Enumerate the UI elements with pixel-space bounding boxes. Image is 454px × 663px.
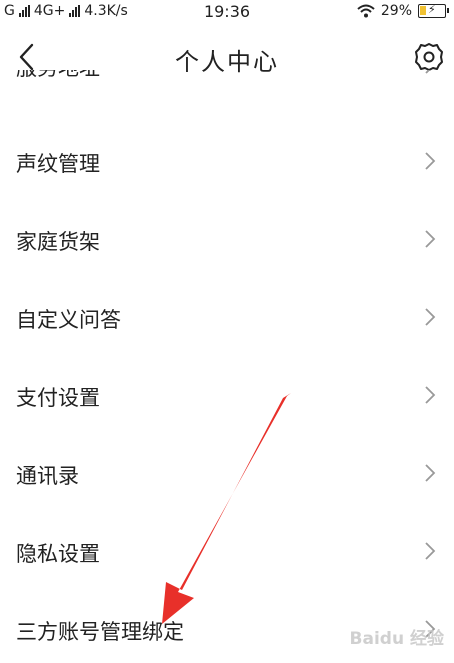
menu-item-family-shelf[interactable]: 家庭货架 — [0, 204, 454, 282]
chevron-right-icon — [425, 70, 431, 74]
menu-item-custom-qa[interactable]: 自定义问答 — [0, 282, 454, 360]
menu-item-contacts[interactable]: 通讯录 — [0, 438, 454, 516]
menu-item-label: 服务地址 — [16, 70, 100, 82]
menu-item-label: 自定义问答 — [16, 308, 121, 332]
charging-icon: ⚡ — [428, 3, 436, 16]
menu-item-payment[interactable]: 支付设置 — [0, 360, 454, 438]
chevron-right-icon — [425, 152, 436, 170]
chevron-right-icon — [425, 386, 436, 404]
menu-item-label: 三方账号管理绑定 — [16, 620, 184, 644]
battery-percent: 29% — [380, 3, 412, 19]
menu-item-service-address[interactable]: 服务地址 — [0, 70, 454, 108]
status-right: 29% ⚡ — [357, 3, 449, 19]
menu-item-privacy[interactable]: 隐私设置 — [0, 516, 454, 594]
wifi-icon — [357, 4, 375, 18]
menu-item-label: 家庭货架 — [16, 230, 100, 254]
chevron-right-icon — [425, 230, 436, 248]
menu-item-label: 通讯录 — [16, 464, 79, 488]
menu-item-label: 支付设置 — [16, 386, 100, 410]
watermark-logo: Baidu 经验 — [349, 629, 444, 649]
battery-icon: ⚡ — [418, 3, 449, 18]
menu-item-label: 声纹管理 — [16, 152, 100, 176]
menu-item-label: 隐私设置 — [16, 542, 100, 566]
settings-list: 服务地址 声纹管理 家庭货架 自定义问答 支付设置 通讯录 隐私设置 三方账号管… — [0, 70, 454, 663]
chevron-right-icon — [425, 542, 436, 560]
gear-icon[interactable] — [412, 40, 446, 74]
status-bar: G 4G+ 4.3K/s 19:36 29% ⚡ — [0, 0, 454, 24]
chevron-right-icon — [425, 308, 436, 326]
chevron-right-icon — [425, 464, 436, 482]
menu-item-voiceprint[interactable]: 声纹管理 — [0, 126, 454, 204]
battery-fill — [420, 6, 426, 15]
